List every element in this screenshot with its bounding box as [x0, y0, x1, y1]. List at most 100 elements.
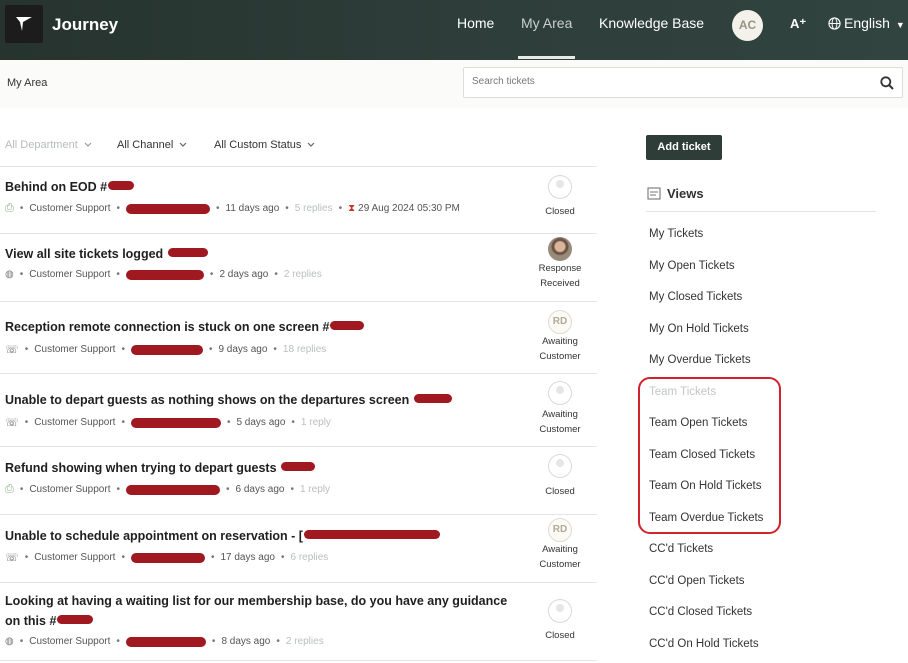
logo-arrow-icon: [16, 17, 32, 31]
ticket-title-text: Refund showing when trying to depart gue…: [5, 461, 277, 475]
ticket-meta: ⎙ • Customer Support • • 6 days ago • 1 rep…: [5, 483, 330, 495]
assignee-avatar: [548, 599, 572, 623]
chevron-down-icon: [307, 138, 315, 150]
ticket-department: Customer Support: [29, 636, 111, 647]
ticket-title[interactable]: Unable to schedule appointment on reserv…: [5, 526, 440, 546]
ticket-row[interactable]: Unable to depart guests as nothing shows…: [0, 374, 597, 447]
chevron-down-icon: [179, 138, 187, 150]
ticket-department: Customer Support: [34, 344, 116, 355]
channel-filter-label: All Channel: [117, 139, 174, 151]
ticket-department: Customer Support: [29, 203, 111, 214]
ticket-meta: ☏ • Customer Support • • 17 days ago • 6 re…: [5, 552, 329, 564]
ticket-title[interactable]: Refund showing when trying to depart gue…: [5, 458, 316, 478]
ticket-replies[interactable]: 5 replies: [295, 203, 333, 214]
ticket-title[interactable]: Looking at having a waiting list for our…: [5, 591, 525, 631]
ticket-age: 6 days ago: [235, 484, 285, 495]
ticket-meta: ◍ • Customer Support • • 2 days ago • 2 rep…: [5, 269, 322, 280]
view-ccd-tickets[interactable]: CC'd Tickets: [649, 543, 713, 555]
views-heading: Views: [647, 186, 704, 201]
redaction-mark: [108, 181, 135, 190]
ticket-title[interactable]: View all site tickets logged: [5, 244, 208, 264]
view-my-overdue-tickets[interactable]: My Overdue Tickets: [649, 354, 751, 366]
view-my-closed-tickets[interactable]: My Closed Tickets: [649, 291, 742, 303]
globe-icon: ◍: [5, 269, 14, 280]
ticket-title[interactable]: Unable to depart guests as nothing shows…: [5, 390, 452, 410]
views-divider: [646, 211, 876, 212]
ticket-age: 9 days ago: [218, 344, 268, 355]
ticket-age: 2 days ago: [219, 269, 269, 280]
ticket-title-text: View all site tickets logged: [5, 247, 164, 261]
phone-icon: ☏: [5, 344, 19, 356]
ticket-title-text: Behind on EOD #: [5, 180, 108, 194]
logo[interactable]: [5, 5, 43, 43]
assignee-avatar: RD: [548, 518, 572, 542]
ticket-replies[interactable]: 1 reply: [300, 484, 330, 495]
assignee-avatar: [548, 454, 572, 478]
nav-home[interactable]: Home: [457, 15, 494, 31]
font-size-icon[interactable]: A⁺: [790, 16, 806, 32]
ticket-status: Awaiting Customer: [539, 544, 581, 570]
redaction-mark: [413, 394, 452, 403]
redaction-mark: [126, 203, 210, 214]
redaction-mark: [130, 417, 221, 428]
ticket-replies[interactable]: 2 replies: [284, 269, 322, 280]
ticket-replies[interactable]: 6 replies: [290, 552, 328, 563]
globe-icon: ◍: [5, 636, 14, 647]
breadcrumb: My Area: [7, 77, 48, 89]
brand-name[interactable]: Journey: [52, 15, 118, 35]
assignee-avatar: [548, 381, 572, 405]
ticket-status: Response Received: [538, 263, 582, 289]
ticket-row[interactable]: Reception remote connection is stuck on …: [0, 302, 597, 374]
department-filter[interactable]: All Department: [5, 138, 92, 151]
web-form-icon: ⎙: [5, 202, 14, 214]
ticket-meta: ☏ • Customer Support • • 9 days ago • 18 re…: [5, 344, 327, 356]
view-my-open-tickets[interactable]: My Open Tickets: [649, 260, 735, 272]
ticket-meta: ☏ • Customer Support • • 5 days ago • 1 rep…: [5, 417, 331, 429]
add-ticket-button[interactable]: Add ticket: [646, 135, 722, 160]
ticket-status: Awaiting Customer: [539, 336, 581, 362]
ticket-age: 5 days ago: [236, 417, 286, 428]
ticket-row[interactable]: Looking at having a waiting list for our…: [0, 583, 597, 661]
web-form-icon: ⎙: [5, 483, 14, 495]
ticket-department: Customer Support: [29, 484, 111, 495]
navbar-background: [0, 0, 908, 60]
search-box[interactable]: [463, 67, 903, 98]
phone-icon: ☏: [5, 552, 19, 564]
search-icon[interactable]: [880, 76, 894, 90]
redaction-mark: [281, 462, 316, 471]
ticket-title-text: Reception remote connection is stuck on …: [5, 320, 330, 334]
ticket-title[interactable]: Reception remote connection is stuck on …: [5, 317, 365, 337]
custom-status-filter[interactable]: All Custom Status: [214, 138, 315, 151]
views-folder-icon: [647, 187, 661, 200]
ticket-replies[interactable]: 18 replies: [283, 344, 326, 355]
ticket-title[interactable]: Behind on EOD #: [5, 177, 135, 197]
ticket-replies[interactable]: 2 replies: [286, 636, 324, 647]
ticket-row[interactable]: View all site tickets logged ◍ • Customer…: [0, 234, 597, 302]
redaction-mark: [125, 269, 204, 280]
ticket-row[interactable]: Unable to schedule appointment on reserv…: [0, 515, 597, 583]
view-ccd-closed-tickets[interactable]: CC'd Closed Tickets: [649, 606, 752, 618]
custom-status-filter-label: All Custom Status: [214, 139, 302, 151]
globe-icon: [828, 17, 841, 30]
nav-my-area[interactable]: My Area: [521, 15, 572, 31]
language-selector[interactable]: English ▼: [828, 15, 905, 31]
view-my-on-hold-tickets[interactable]: My On Hold Tickets: [649, 323, 749, 335]
ticket-age: 8 days ago: [221, 636, 271, 647]
ticket-row[interactable]: Refund showing when trying to depart gue…: [0, 447, 597, 515]
ticket-status: Closed: [545, 206, 575, 217]
nav-knowledge-base[interactable]: Knowledge Base: [599, 15, 704, 31]
search-input[interactable]: [472, 76, 852, 87]
team-views-highlight: [638, 377, 781, 534]
user-avatar[interactable]: AC: [732, 10, 763, 41]
view-ccd-on-hold-tickets[interactable]: CC'd On Hold Tickets: [649, 638, 759, 650]
ticket-row[interactable]: Behind on EOD # ⎙ • Customer Support • • 1…: [0, 167, 597, 234]
assignee-avatar: [548, 175, 572, 199]
channel-filter[interactable]: All Channel: [117, 138, 187, 151]
language-label: English: [844, 15, 890, 31]
ticket-replies[interactable]: 1 reply: [301, 417, 331, 428]
view-my-tickets[interactable]: My Tickets: [649, 228, 703, 240]
ticket-meta: ⎙ • Customer Support • • 11 days ago • 5 re…: [5, 202, 460, 214]
ticket-department: Customer Support: [29, 269, 111, 280]
view-ccd-open-tickets[interactable]: CC'd Open Tickets: [649, 575, 745, 587]
redaction-mark: [130, 344, 203, 355]
